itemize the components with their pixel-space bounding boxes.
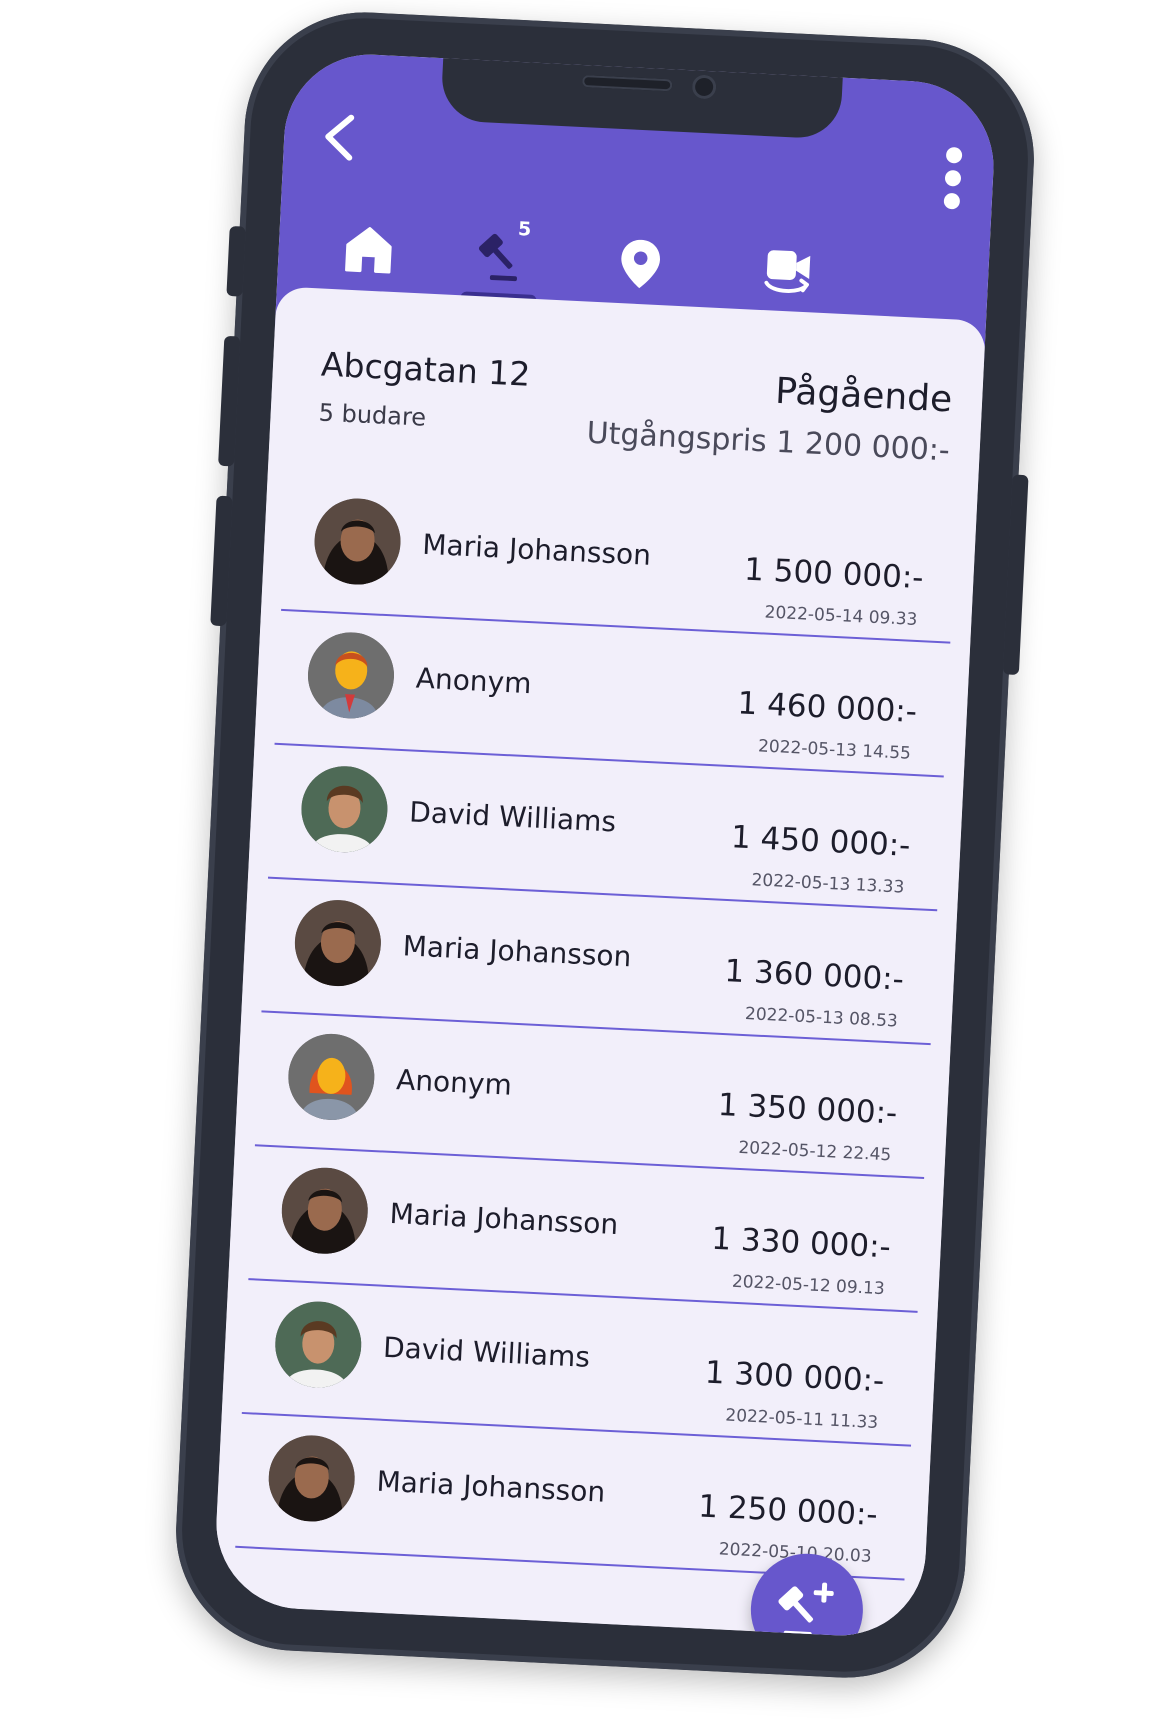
avatar: [273, 1299, 364, 1390]
woman-avatar-icon: [279, 1165, 370, 1256]
avatar: [279, 1165, 370, 1256]
more-vertical-icon: [944, 169, 962, 187]
auction-status: Pågående: [774, 370, 954, 421]
avatar: [286, 1031, 377, 1122]
phone-mockup: 5 Abcgatan 12 5 budare Pågående Utgångsp…: [170, 6, 1040, 1684]
bid-time: 2022-05-12 22.45: [738, 1137, 892, 1166]
stage: 5 Abcgatan 12 5 budare Pågående Utgångsp…: [0, 0, 1174, 1732]
woman-avatar-icon: [266, 1433, 357, 1524]
avatar: [305, 630, 397, 721]
video-rotate-icon: [764, 250, 811, 293]
bid-list: Maria Johansson 1 500 000:- 2022-05-14 0…: [235, 477, 957, 1581]
bid-time: 2022-05-13 08.53: [744, 1004, 899, 1032]
tab-bids[interactable]: 5: [448, 209, 552, 304]
bid-amount: 1 360 000:-: [723, 953, 905, 998]
tab-home[interactable]: [317, 202, 421, 297]
bid-time: 2022-05-12 09.13: [731, 1271, 886, 1300]
bid-amount: 1 460 000:-: [736, 685, 918, 731]
bidder-name: David Williams: [408, 795, 617, 839]
avatar: [292, 898, 383, 989]
bid-amount: 1 500 000:-: [743, 551, 925, 597]
bidder-name: Maria Johansson: [388, 1196, 620, 1242]
start-price: Utgångspris 1 200 000:-: [585, 415, 951, 469]
more-vertical-icon: [943, 192, 961, 210]
gavel-plus-icon: [778, 1582, 834, 1637]
bidder-name: Maria Johansson: [421, 527, 652, 572]
bidder-name: Anonym: [415, 661, 533, 701]
bidder-name: Anonym: [395, 1063, 513, 1102]
tab-video[interactable]: [736, 223, 840, 318]
bidder-name: Maria Johansson: [375, 1464, 606, 1509]
bid-amount: 1 450 000:-: [730, 819, 912, 864]
bidder-name: David Williams: [382, 1330, 591, 1374]
man-avatar-icon: [299, 764, 390, 855]
property-title: Abcgatan 12: [320, 344, 532, 394]
bids-badge: 5: [517, 218, 532, 241]
bid-amount: 1 250 000:-: [697, 1488, 879, 1534]
avatar: [266, 1433, 357, 1524]
auction-content: Abcgatan 12 5 budare Pågående Utgångspri…: [212, 286, 987, 1640]
mute-switch: [226, 225, 246, 297]
chevron-left-icon: [325, 114, 355, 161]
anonymous-woman-icon: [286, 1031, 377, 1122]
bidder-count: 5 budare: [318, 398, 427, 432]
more-vertical-icon: [945, 146, 963, 164]
home-icon: [345, 227, 392, 274]
man-avatar-icon: [273, 1299, 364, 1390]
bidder-name: Maria Johansson: [402, 929, 633, 974]
woman-avatar-icon: [312, 496, 403, 587]
location-pin-icon: [621, 239, 660, 289]
tab-location[interactable]: [588, 216, 692, 311]
woman-avatar-icon: [292, 898, 383, 989]
more-menu-button[interactable]: [931, 142, 974, 214]
bid-amount: 1 300 000:-: [704, 1354, 886, 1400]
bid-time: 2022-05-13 14.55: [757, 736, 912, 764]
front-camera: [691, 74, 717, 100]
bid-time: 2022-05-11 11.33: [724, 1405, 879, 1434]
anonymous-man-icon: [305, 630, 397, 721]
bid-amount: 1 330 000:-: [710, 1220, 892, 1266]
avatar: [312, 496, 403, 587]
bid-time: 2022-05-14 09.33: [764, 602, 918, 630]
bid-time: 2022-05-13 13.33: [751, 870, 905, 898]
avatar: [299, 764, 390, 855]
back-button[interactable]: [309, 106, 372, 169]
speaker: [582, 74, 673, 92]
phone-screen: 5 Abcgatan 12 5 budare Pågående Utgångsp…: [212, 50, 998, 1640]
bid-amount: 1 350 000:-: [717, 1086, 899, 1132]
